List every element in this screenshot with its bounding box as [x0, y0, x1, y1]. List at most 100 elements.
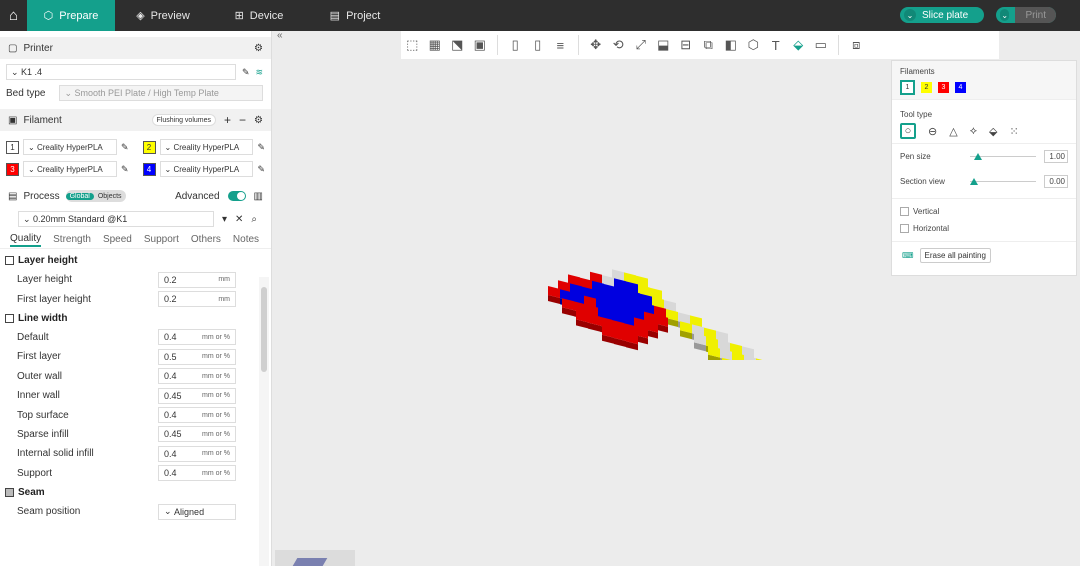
orient-icon[interactable]: ⬔ — [446, 34, 469, 56]
triangle-tool-icon[interactable]: △ — [949, 125, 957, 138]
tab-prepare[interactable]: ⬡ Prepare — [27, 0, 115, 31]
tab-preview[interactable]: ◈ Preview — [115, 0, 211, 31]
edit-icon[interactable]: ✎ — [257, 142, 265, 153]
param-input[interactable]: 0.2 mm — [158, 271, 236, 288]
param-input[interactable]: 0.45 mm or % — [158, 387, 236, 404]
search-icon[interactable]: ⌕ — [251, 214, 257, 225]
global-option[interactable]: Global — [65, 192, 94, 200]
collapse-sidebar-icon[interactable]: « — [277, 30, 283, 41]
tab-others[interactable]: Others — [191, 234, 221, 245]
move-icon[interactable]: ✥ — [585, 34, 608, 56]
home-icon[interactable]: ⌂ — [0, 0, 27, 31]
cut-icon[interactable]: ⊟ — [675, 34, 698, 56]
tab-device[interactable]: ⊞ Device — [211, 0, 307, 31]
slider-handle[interactable] — [970, 178, 978, 185]
param-input[interactable]: 0.5 mm or % — [158, 348, 236, 365]
text-icon[interactable]: T — [765, 34, 788, 56]
support-paint-icon[interactable]: ◧ — [720, 34, 743, 56]
rotate-icon[interactable]: ⟲ — [607, 34, 630, 56]
height-range-tool-icon[interactable]: ⟡ — [970, 125, 977, 138]
arrange-icon[interactable]: ▣ — [469, 34, 492, 56]
measure-icon[interactable]: ▭ — [810, 34, 833, 56]
tab-project[interactable]: ▤ Project — [307, 0, 403, 31]
plate-lock-icon[interactable]: ▯ — [527, 34, 550, 56]
add-plate-icon[interactable]: ▦ — [424, 34, 447, 56]
pen-size-slider[interactable] — [970, 153, 1036, 160]
horizontal-checkbox[interactable] — [900, 224, 909, 233]
flushing-volumes-button[interactable]: Flushing volumes — [151, 114, 216, 126]
erase-all-painting-button[interactable]: Erase all painting — [919, 248, 991, 263]
tab-support[interactable]: Support — [144, 234, 179, 245]
paint-filament-4[interactable]: 4 — [955, 82, 966, 93]
param-input[interactable]: 0.4 mm or % — [158, 368, 236, 385]
color-paint-icon[interactable]: ⬙ — [787, 34, 810, 56]
lay-on-face-icon[interactable]: ⬓ — [652, 34, 675, 56]
filament-slot-3[interactable]: 3 — [6, 162, 19, 176]
printer-select[interactable]: ⌄ K1 .4 — [6, 64, 236, 80]
param-input[interactable]: 0.4 mm or % — [158, 329, 236, 346]
chevron-down-icon[interactable]: ⌄ — [1000, 9, 1010, 21]
scrollbar-thumb[interactable] — [261, 287, 267, 372]
scrollbar[interactable] — [259, 277, 269, 566]
paint-filament-2[interactable]: 2 — [921, 82, 932, 93]
filament-slot-2[interactable]: 2 — [142, 140, 156, 154]
slice-plate-button[interactable]: ⌄ Slice plate — [900, 7, 984, 23]
edit-icon[interactable]: ✎ — [242, 67, 250, 78]
keyboard-icon[interactable]: ⌨ — [902, 251, 914, 260]
filament-select[interactable]: ⌄ Creality HyperPLA — [23, 139, 117, 155]
plate-icon[interactable]: ▯ — [504, 34, 527, 56]
filament-slot-1[interactable]: 1 — [6, 140, 19, 154]
tab-quality[interactable]: Quality — [10, 233, 42, 247]
add-icon[interactable]: + — [224, 113, 231, 127]
filament-select[interactable]: ⌄ Creality HyperPLA — [159, 161, 254, 177]
gap-fill-tool-icon[interactable]: ⁙ — [1009, 125, 1018, 138]
advanced-switch[interactable] — [227, 191, 246, 201]
chevron-down-icon[interactable]: ⌄ — [904, 9, 916, 21]
process-preset-select[interactable]: ⌄ 0.20mm Standard @K1 — [18, 211, 214, 227]
edit-icon[interactable]: ✎ — [257, 164, 265, 175]
scale-icon[interactable]: ⤢ — [630, 34, 653, 56]
param-input[interactable]: 0.4 mm or % — [158, 465, 236, 482]
layers-list-icon[interactable]: ≡ — [549, 34, 572, 56]
slider-handle[interactable] — [973, 153, 982, 160]
section-view-input[interactable]: 0.00 — [1044, 175, 1068, 188]
objects-option[interactable]: Objects — [94, 193, 126, 200]
remove-icon[interactable]: − — [239, 113, 246, 127]
filament-select[interactable]: ⌄ Creality HyperPLA — [159, 139, 254, 155]
filament-slot-4[interactable]: 4 — [142, 162, 156, 176]
compare-icon[interactable]: ▥ — [254, 191, 263, 202]
wifi-icon[interactable]: ≋ — [256, 67, 264, 78]
param-input[interactable]: 0.45 mm or % — [158, 426, 236, 443]
plate-thumbnail[interactable] — [275, 550, 355, 566]
param-input[interactable]: 0.4 mm or % — [158, 445, 236, 462]
boolean-icon[interactable]: ⧉ — [697, 34, 720, 56]
save-icon[interactable]: ▾ — [222, 214, 227, 225]
seam-position-select[interactable]: ⌄ Aligned — [158, 503, 236, 520]
print-button[interactable]: ⌄ Print — [996, 7, 1056, 23]
edit-icon[interactable]: ✎ — [121, 142, 129, 153]
global-objects-toggle[interactable]: Global Objects — [65, 190, 126, 202]
paint-filament-3[interactable]: 3 — [938, 82, 949, 93]
param-input[interactable]: 0.2 mm — [158, 291, 236, 308]
param-input[interactable]: 0.4 mm or % — [158, 407, 236, 424]
tab-notes[interactable]: Notes — [233, 234, 259, 245]
assembly-icon[interactable]: ⧈ — [845, 34, 868, 56]
pen-size-input[interactable]: 1.00 — [1044, 150, 1068, 163]
painted-model[interactable] — [540, 250, 790, 360]
settings-icon[interactable]: ⚙ — [254, 43, 263, 54]
bed-type-select[interactable]: ⌄ Smooth PEI Plate / High Temp Plate — [59, 85, 264, 101]
circle-tool-icon[interactable]: ○ — [900, 123, 916, 139]
section-view-slider[interactable] — [970, 178, 1036, 185]
paint-filament-1[interactable]: 1 — [900, 80, 915, 95]
filament-select[interactable]: ⌄ Creality HyperPLA — [23, 161, 117, 177]
tab-strength[interactable]: Strength — [53, 234, 91, 245]
seam-paint-icon[interactable]: ⬡ — [742, 34, 765, 56]
settings-icon[interactable]: ⚙ — [254, 115, 263, 126]
tab-speed[interactable]: Speed — [103, 234, 132, 245]
close-icon[interactable]: ✕ — [235, 214, 243, 225]
vertical-checkbox[interactable] — [900, 207, 909, 216]
add-object-icon[interactable]: ⬚ — [401, 34, 424, 56]
fill-tool-icon[interactable]: ⬙ — [989, 125, 997, 138]
edit-icon[interactable]: ✎ — [121, 164, 129, 175]
sphere-tool-icon[interactable]: ⊖ — [928, 125, 937, 138]
